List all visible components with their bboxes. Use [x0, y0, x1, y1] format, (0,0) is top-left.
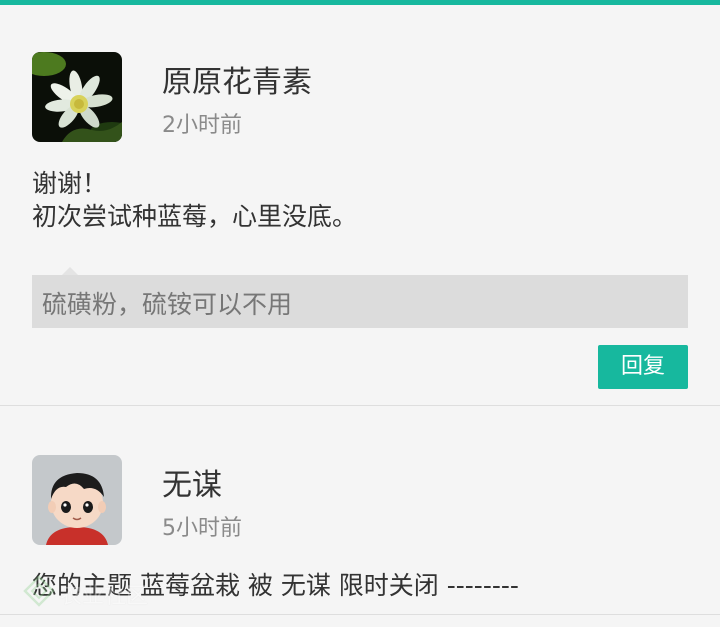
post-divider [0, 614, 720, 615]
post-divider [0, 405, 720, 406]
reply-button[interactable]: 回复 [598, 345, 688, 389]
post-body-line: 初次尝试种蓝莓，心里没底。 [32, 202, 358, 231]
reply-preview[interactable]: 硫磺粉，硫铵可以不用 [32, 275, 688, 328]
post-timestamp: 5小时前 [162, 516, 242, 541]
username[interactable]: 原原花青素 [162, 57, 312, 101]
watermark-logo-icon [23, 575, 55, 607]
cartoon-boy-icon [32, 455, 122, 545]
reply-preview-text: 硫磺粉，硫铵可以不用 [42, 290, 293, 319]
reply-bubble-arrow [62, 267, 78, 275]
water-lily-photo-icon [32, 52, 122, 142]
username[interactable]: 无谋 [162, 460, 222, 504]
post-timestamp: 2小时前 [162, 113, 242, 138]
watermark: 农业社区 [22, 574, 202, 610]
user-avatar[interactable] [32, 455, 122, 545]
user-avatar[interactable] [32, 52, 122, 142]
post-body-line: 谢谢！ [32, 169, 108, 198]
watermark-text: 农业社区 [60, 584, 149, 609]
top-accent-bar [0, 0, 720, 5]
